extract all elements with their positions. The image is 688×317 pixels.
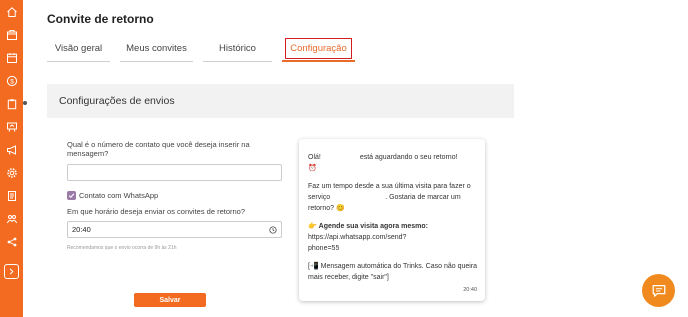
sidebar-expand-button[interactable] [4,264,19,279]
store-icon[interactable] [0,23,23,46]
time-hint: Recomendamos que o envio ocorra de 9h às… [67,245,177,251]
clock-icon[interactable] [269,225,277,234]
tab-label: Visão geral [54,43,103,54]
check-icon [68,193,75,199]
megaphone-icon[interactable] [0,138,23,161]
sidebar: $ [0,0,27,317]
settings-form: Qual é o número de contato que você dese… [67,140,282,251]
preview-footer-1: [📲 Mensagem automática do Trinks. Caso n… [308,263,478,270]
chat-presentation-icon[interactable] [0,115,23,138]
preview-greeting: Olá! está aguardando o seu retorno! [308,152,477,163]
panel-title: Configurações de envios [59,95,175,107]
save-button[interactable]: Salvar [134,293,206,307]
chevron-right-icon [9,268,14,275]
contact-number-input[interactable] [67,164,282,181]
alarm-emoji: ⏰ [308,165,317,172]
pointing-emoji: 👉 [308,223,317,230]
share-icon[interactable] [0,230,23,253]
panel-header: Configurações de envios [47,84,514,118]
preview-footer-text: Mensagem automática do Trinks. Caso não … [320,263,478,270]
tab-label: Histórico [219,43,256,54]
tab-visao-geral[interactable]: Visão geral [47,36,110,62]
calendar-icon[interactable] [0,46,23,69]
team-icon[interactable] [0,207,23,230]
whatsapp-label: Contato com WhatsApp [79,191,159,200]
preview-service: serviço [308,194,331,201]
tab-label: Configuração [285,37,352,59]
preview-body-3: retorno? 😊 [308,205,345,212]
settings-icon[interactable] [0,161,23,184]
chat-button[interactable] [642,274,675,307]
send-time-input[interactable]: 20:40 [67,221,282,238]
time-label: Em que horário deseja enviar os convites… [67,207,246,216]
tab-bar: Visão geral Meus convites Histórico Conf… [47,36,365,62]
preview-hello: Olá! [308,154,321,161]
tab-label: Meus convites [126,43,187,54]
whatsapp-checkbox[interactable] [67,191,76,200]
tab-configuracao[interactable]: Configuração [282,36,355,62]
clipboard-icon[interactable] [0,92,27,115]
preview-waiting: está aguardando o seu retorno! [359,154,458,161]
active-indicator [23,101,27,105]
tab-historico[interactable]: Histórico [203,36,272,62]
money-icon[interactable]: $ [0,69,23,92]
preview-footer-2: mais receber, digite "sair"] [308,274,389,281]
whatsapp-row: Contato com WhatsApp [67,191,282,200]
preview-cta: 👉 Agende sua visita agora mesmo: [308,221,477,232]
page-title: Convite de retorno [47,12,154,26]
preview-link-2: phone=55 [308,245,340,252]
home-icon[interactable] [0,0,23,23]
preview-link-1: https://api.whatsapp.com/send? [308,234,407,241]
time-value: 20:40 [72,225,91,234]
message-preview: Olá! está aguardando o seu retorno! ⏰ Faz… [299,139,485,301]
chat-icon [652,284,665,297]
preview-question: . Gostaria de marcar um [385,194,461,201]
preview-body-2: serviço . Gostaria de marcar um [308,192,477,203]
phone-emoji: 📲 [309,263,319,270]
preview-body-1: Faz um tempo desde a sua última visita p… [308,183,471,190]
report-icon[interactable] [0,184,23,207]
preview-time: 20:40 [463,287,477,293]
tab-meus-convites[interactable]: Meus convites [120,36,193,62]
contact-label: Qual é o número de contato que você dese… [67,140,250,158]
preview-cta-text: Agende sua visita agora mesmo: [318,223,428,230]
svg-text:$: $ [10,78,14,85]
